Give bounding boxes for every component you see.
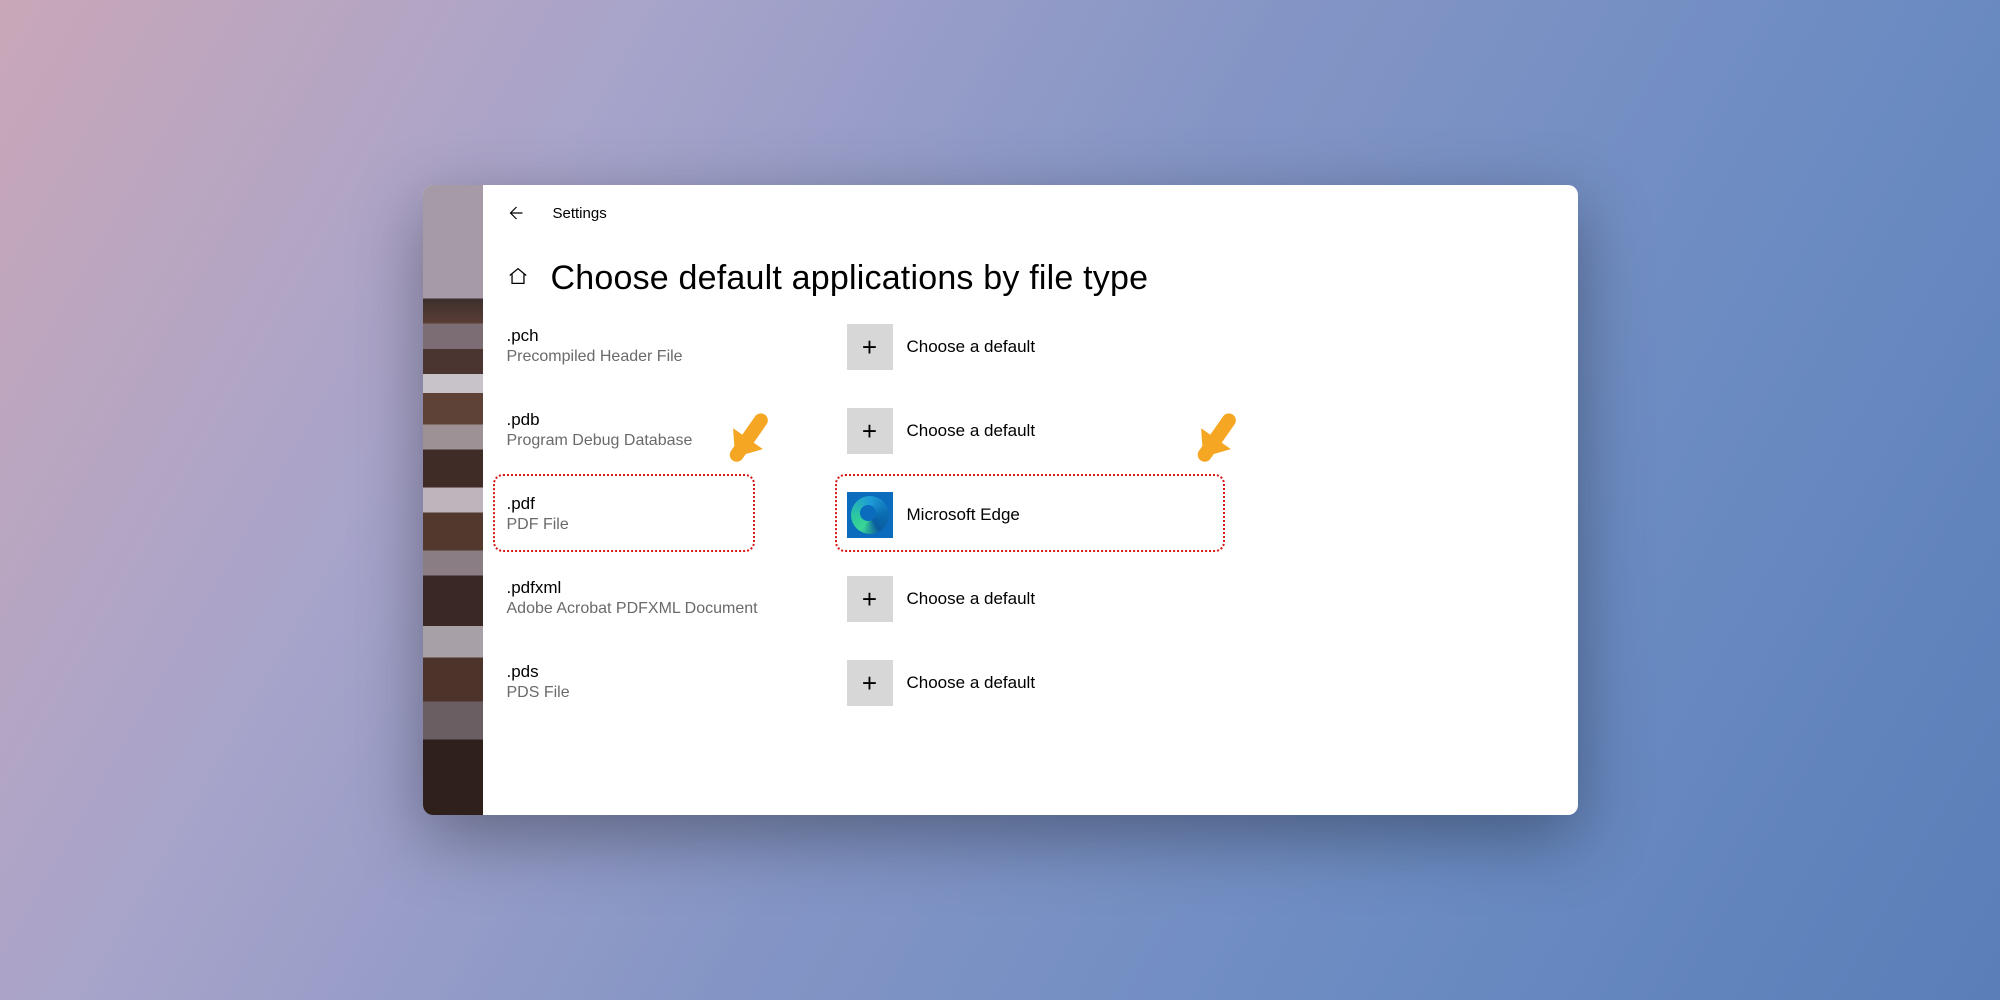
- file-extension: .pdf: [507, 494, 847, 514]
- settings-content: Settings Choose default applications by …: [483, 185, 1578, 815]
- file-extension: .pdb: [507, 410, 847, 430]
- file-type-row: .pch Precompiled Header File + Choose a …: [507, 324, 1578, 408]
- file-type-row: .pds PDS File + Choose a default: [507, 660, 1578, 744]
- choose-default-button[interactable]: +: [847, 660, 893, 706]
- default-app-cell[interactable]: + Choose a default: [847, 576, 1036, 622]
- file-type-info: .pds PDS File: [507, 660, 847, 702]
- arrow-left-icon: [506, 204, 524, 222]
- file-extension: .pdfxml: [507, 578, 847, 598]
- file-type-info: .pdb Program Debug Database: [507, 408, 847, 450]
- settings-window: Settings Choose default applications by …: [423, 185, 1578, 815]
- file-description: PDF File: [507, 516, 847, 534]
- file-type-row-pdf: .pdf PDF File Microsoft Edge: [507, 492, 1578, 576]
- topbar: Settings: [483, 185, 1578, 241]
- file-extension: .pds: [507, 662, 847, 682]
- edge-logo-icon: [851, 496, 889, 534]
- file-type-row: .pdfxml Adobe Acrobat PDFXML Document + …: [507, 576, 1578, 660]
- edge-app-icon[interactable]: [847, 492, 893, 538]
- file-type-info: .pdf PDF File: [507, 492, 847, 534]
- default-app-cell[interactable]: + Choose a default: [847, 324, 1036, 370]
- default-app-cell[interactable]: Microsoft Edge: [847, 492, 1020, 538]
- plus-icon: +: [862, 418, 877, 444]
- file-extension: .pch: [507, 326, 847, 346]
- default-app-label: Choose a default: [907, 673, 1036, 693]
- file-description: Program Debug Database: [507, 432, 847, 450]
- topbar-title: Settings: [553, 205, 607, 222]
- default-app-label: Microsoft Edge: [907, 505, 1020, 525]
- default-app-label: Choose a default: [907, 337, 1036, 357]
- plus-icon: +: [862, 334, 877, 360]
- choose-default-button[interactable]: +: [847, 324, 893, 370]
- desktop-peek-strip: [423, 185, 483, 815]
- plus-icon: +: [862, 586, 877, 612]
- file-type-info: .pdfxml Adobe Acrobat PDFXML Document: [507, 576, 847, 618]
- plus-icon: +: [862, 670, 877, 696]
- choose-default-button[interactable]: +: [847, 408, 893, 454]
- file-description: Adobe Acrobat PDFXML Document: [507, 600, 847, 618]
- default-app-cell[interactable]: + Choose a default: [847, 408, 1036, 454]
- file-description: Precompiled Header File: [507, 348, 847, 366]
- file-type-row: .pdb Program Debug Database + Choose a d…: [507, 408, 1578, 492]
- file-description: PDS File: [507, 684, 847, 702]
- page-header: Choose default applications by file type: [483, 241, 1578, 324]
- file-type-info: .pch Precompiled Header File: [507, 324, 847, 366]
- default-app-label: Choose a default: [907, 589, 1036, 609]
- choose-default-button[interactable]: +: [847, 576, 893, 622]
- page-title: Choose default applications by file type: [551, 259, 1149, 298]
- default-app-label: Choose a default: [907, 421, 1036, 441]
- home-icon[interactable]: [507, 265, 529, 292]
- default-app-cell[interactable]: + Choose a default: [847, 660, 1036, 706]
- back-button[interactable]: [505, 203, 525, 223]
- file-type-list: .pch Precompiled Header File + Choose a …: [483, 324, 1578, 744]
